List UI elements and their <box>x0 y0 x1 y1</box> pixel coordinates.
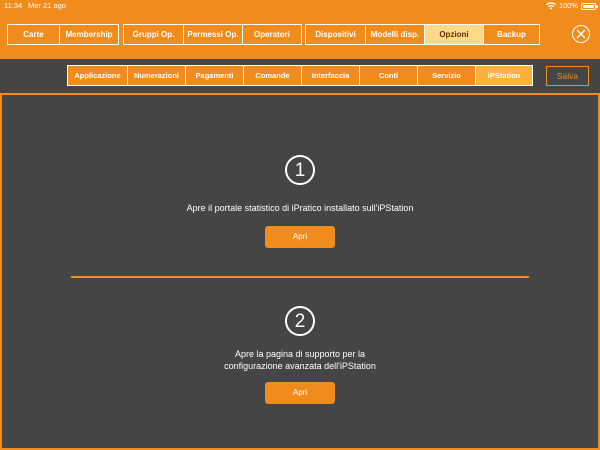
close-icon <box>576 29 586 39</box>
subtab-interfaccia[interactable]: Interfaccia <box>301 66 359 85</box>
top-navigation-bar: 11:34 Mer 21 ago 100% Carte Membership G… <box>0 0 600 59</box>
subtab-servizio[interactable]: Servizio <box>417 66 475 85</box>
tab-operatori[interactable]: Operatori <box>242 25 301 44</box>
save-button[interactable]: Salva <box>546 66 589 86</box>
step-2-text-line-1: Apre la pagina di supporto per la <box>234 349 366 359</box>
tab-gruppi-op[interactable]: Gruppi Op. <box>124 25 183 44</box>
tab-group-cards: Carte Membership <box>7 24 119 45</box>
subtab-numerazioni[interactable]: Numerazioni <box>127 66 185 85</box>
options-sub-tabs: Applicazione Numerazioni Pagamenti Coman… <box>67 65 533 86</box>
section-divider <box>71 276 529 278</box>
status-right: 100% <box>545 0 598 12</box>
tab-membership[interactable]: Membership <box>59 25 118 44</box>
step-2-number: 2 <box>285 306 315 336</box>
subtab-ipstation[interactable]: iPStation <box>475 66 532 85</box>
status-bar: 11:34 Mer 21 ago 100% <box>0 0 600 12</box>
subtab-comande[interactable]: Comande <box>243 66 301 85</box>
tab-modelli-disp[interactable]: Modelli disp. <box>365 25 424 44</box>
battery-percentage: 100% <box>558 1 578 10</box>
subtab-applicazione[interactable]: Applicazione <box>68 66 127 85</box>
subtab-pagamenti[interactable]: Pagamenti <box>185 66 243 85</box>
tab-carte[interactable]: Carte <box>8 25 59 44</box>
tab-opzioni[interactable]: Opzioni <box>424 25 483 44</box>
status-time: 11:34 <box>4 1 23 10</box>
open-statistics-portal-button[interactable]: Apri <box>265 226 335 248</box>
battery-icon <box>581 2 598 10</box>
subtab-conti[interactable]: Conti <box>359 66 417 85</box>
step-1-description: Apre il portale statistico di iPratico i… <box>100 202 500 214</box>
close-button[interactable] <box>572 25 590 43</box>
step-2-text-line-2: configurazione avanzata dell'iPStation <box>224 361 376 371</box>
tab-group-devices: Dispositivi Modelli disp. Opzioni Backup <box>305 24 540 45</box>
step-1-number: 1 <box>285 155 315 185</box>
tab-backup[interactable]: Backup <box>483 25 539 44</box>
tab-permessi-op[interactable]: Permessi Op. <box>183 25 242 44</box>
step-2-description: Apre la pagina di supporto per la config… <box>100 348 500 372</box>
step-1-text-line: Apre il portale statistico di iPratico i… <box>186 203 414 213</box>
tab-dispositivi[interactable]: Dispositivi <box>306 25 365 44</box>
status-date: Mer 21 ago <box>28 1 66 10</box>
wifi-icon <box>545 2 556 10</box>
open-support-page-button[interactable]: Apri <box>265 382 335 404</box>
tab-group-operators: Gruppi Op. Permessi Op. Operatori <box>123 24 302 45</box>
